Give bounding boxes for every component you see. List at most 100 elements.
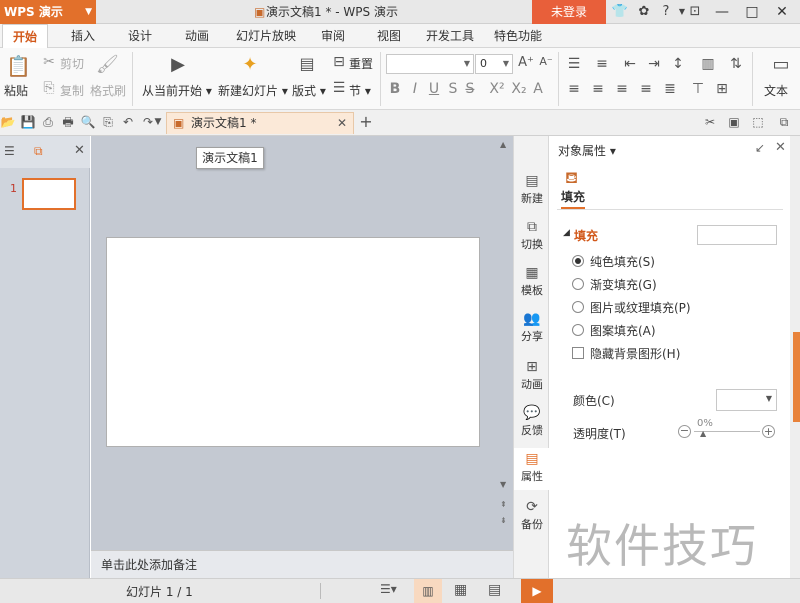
align-center-icon[interactable]: ≡	[590, 81, 606, 97]
align-top-icon[interactable]: ⊤	[690, 81, 706, 97]
textbox-button[interactable]: 文本	[764, 82, 788, 99]
solid-fill-radio[interactable]	[572, 255, 584, 267]
gradient-fill-label[interactable]: 渐变填充(G)	[590, 276, 657, 293]
gradient-fill-radio[interactable]	[572, 278, 584, 290]
new-tab-icon[interactable]: +	[358, 114, 374, 130]
tab-animation[interactable]: 动画	[174, 24, 220, 48]
fill-type-select[interactable]	[697, 225, 777, 245]
print-icon[interactable]: 🖶	[60, 114, 76, 130]
bold-button[interactable]: B	[389, 81, 401, 97]
text-direction-icon[interactable]: ⇅	[728, 56, 744, 72]
dock-icon[interactable]: ↙	[755, 141, 765, 155]
tab-view[interactable]: 视图	[366, 24, 412, 48]
undo-icon[interactable]: ↶	[120, 114, 136, 130]
tab-insert[interactable]: 插入	[60, 24, 106, 48]
app-menu-button[interactable]: WPS 演示 ▼	[0, 0, 96, 24]
fullscreen-icon[interactable]: ⧉	[776, 114, 792, 130]
fill-tab[interactable]: 填充	[561, 188, 586, 209]
italic-button[interactable]: I	[409, 81, 421, 97]
justify-icon[interactable]: ≡	[638, 81, 654, 97]
note-icon[interactable]: ▣	[726, 114, 742, 130]
slide-canvas[interactable]	[106, 237, 480, 447]
increase-indent-icon[interactable]: ⇥	[646, 56, 662, 72]
properties-scrollbar[interactable]	[790, 136, 800, 578]
cut-button[interactable]: 剪切	[60, 55, 84, 72]
outline-view-icon[interactable]: ☰	[4, 144, 15, 158]
minimize-button[interactable]: —	[708, 0, 736, 24]
skin-icon[interactable]: 👕	[610, 0, 630, 24]
new-slide-button[interactable]: 新建幻灯片 ▾	[218, 82, 288, 99]
distribute-icon[interactable]: ≣	[662, 81, 678, 97]
format-painter-button[interactable]: 格式刷	[90, 82, 126, 99]
vertical-scrollbar[interactable]: ▲ ▼ ⇞ ⇟	[497, 136, 513, 550]
print-preview-icon[interactable]: 🔍	[80, 114, 96, 130]
normal-view-button[interactable]: ▥	[414, 579, 442, 603]
section-button[interactable]: 节 ▾	[349, 82, 371, 99]
tools-icon[interactable]: ✂	[702, 114, 718, 130]
shadow-button[interactable]: S	[447, 81, 459, 97]
login-button[interactable]: 未登录	[532, 0, 606, 24]
side-tool-feedback[interactable]: 💬 反馈	[514, 404, 550, 438]
superscript-icon[interactable]: X²	[488, 81, 506, 97]
save-icon[interactable]: 💾	[20, 114, 36, 130]
hide-background-label[interactable]: 隐藏背景图形(H)	[590, 345, 680, 362]
slide-thumbnail[interactable]	[22, 178, 76, 210]
numbered-list-icon[interactable]: ≡	[594, 56, 610, 72]
align-middle-icon[interactable]: ⊞	[714, 81, 730, 97]
notes-toggle-icon[interactable]: ☰▾	[380, 582, 397, 596]
slider-thumb-icon[interactable]: ▲	[700, 429, 706, 438]
underline-button[interactable]: U	[428, 81, 440, 97]
reset-button[interactable]: 重置	[349, 55, 373, 72]
export-icon[interactable]: ⎘	[100, 114, 116, 130]
panel-title[interactable]: 对象属性 ▾	[558, 142, 616, 159]
line-spacing-icon[interactable]: ↕	[670, 56, 686, 72]
tab-design[interactable]: 设计	[117, 24, 163, 48]
layout-button[interactable]: 版式 ▾	[292, 82, 326, 99]
tab-slideshow[interactable]: 幻灯片放映	[230, 24, 302, 48]
share-icon[interactable]: ⬚	[750, 114, 766, 130]
close-pane-icon[interactable]: ✕	[74, 143, 85, 158]
font-name-select[interactable]: ▼	[386, 54, 474, 74]
scroll-down-icon[interactable]: ▼	[500, 480, 506, 489]
copy-button[interactable]: 复制	[60, 82, 84, 99]
side-tool-new[interactable]: ▤ 新建	[514, 172, 550, 206]
restore-ribbon-icon[interactable]: ⊡	[684, 0, 706, 24]
align-left-icon[interactable]: ≡	[566, 81, 582, 97]
side-tool-backup[interactable]: ⟳ 备份	[514, 498, 550, 532]
strikethrough-icon[interactable]: S̶	[464, 81, 476, 97]
decrease-transparency-button[interactable]: −	[678, 425, 691, 438]
increase-transparency-button[interactable]: +	[762, 425, 775, 438]
reading-view-icon[interactable]: ▤	[488, 582, 501, 598]
save-as-icon[interactable]: ⎙	[40, 114, 56, 130]
close-panel-icon[interactable]: ✕	[775, 140, 786, 155]
paste-icon[interactable]: 📋	[6, 54, 31, 78]
bullet-list-icon[interactable]: ☰	[566, 56, 582, 72]
side-tool-template[interactable]: ▦ 模板	[514, 264, 550, 298]
picture-fill-label[interactable]: 图片或纹理填充(P)	[590, 299, 691, 316]
tab-review[interactable]: 审阅	[310, 24, 356, 48]
open-folder-icon[interactable]: 📂	[0, 114, 16, 130]
subscript-icon[interactable]: X₂	[510, 81, 528, 97]
tab-developer[interactable]: 开发工具	[420, 24, 480, 48]
previous-slide-icon[interactable]: ⇞	[500, 500, 507, 509]
collapse-arrow-icon[interactable]: ◢	[563, 228, 570, 238]
feedback-icon[interactable]: ✿	[634, 0, 654, 24]
align-right-icon[interactable]: ≡	[614, 81, 630, 97]
increase-font-icon[interactable]: A⁺	[518, 55, 534, 70]
hide-background-checkbox[interactable]	[572, 347, 584, 359]
decrease-font-icon[interactable]: A⁻	[538, 55, 554, 68]
notes-area[interactable]: 单击此处添加备注	[91, 550, 513, 578]
next-slide-icon[interactable]: ⇟	[500, 516, 507, 525]
close-tab-icon[interactable]: ✕	[337, 113, 347, 133]
maximize-button[interactable]: □	[738, 0, 766, 24]
side-tool-animation[interactable]: ⊞ 动画	[514, 358, 550, 392]
panel-resize-handle[interactable]	[793, 332, 800, 422]
side-tool-transition[interactable]: ⧉ 切换	[514, 218, 550, 252]
side-tool-share[interactable]: 👥 分享	[514, 310, 550, 344]
decrease-indent-icon[interactable]: ⇤	[622, 56, 638, 72]
font-color-icon[interactable]: A	[532, 81, 544, 97]
slide-sorter-view-icon[interactable]: ▦	[454, 582, 467, 598]
solid-fill-label[interactable]: 纯色填充(S)	[590, 253, 655, 270]
paste-button[interactable]: 粘贴	[4, 82, 28, 99]
picture-fill-radio[interactable]	[572, 301, 584, 313]
